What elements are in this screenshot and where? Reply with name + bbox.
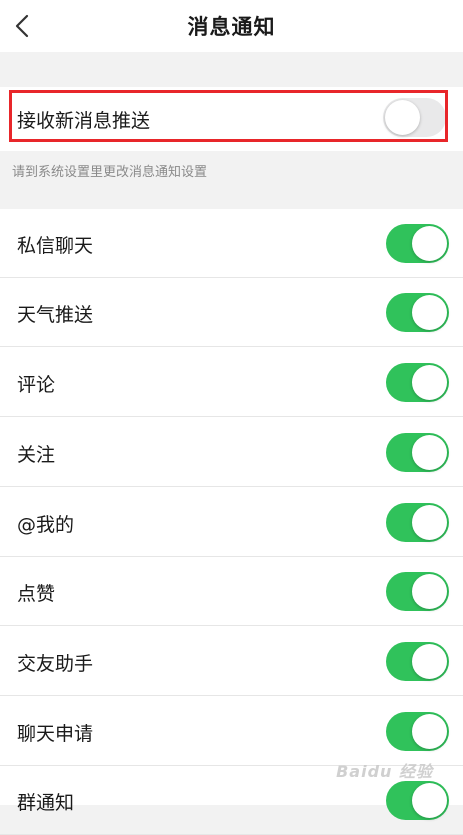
navigation-bar: 消息通知: [0, 0, 463, 52]
setting-toggle[interactable]: [386, 363, 449, 402]
toggle-knob: [412, 783, 447, 818]
setting-label: 私信聊天: [17, 235, 94, 257]
setting-label: 点赞: [17, 583, 56, 605]
master-push-label: 接收新消息推送: [17, 110, 151, 132]
setting-toggle[interactable]: [386, 712, 449, 751]
page-title: 消息通知: [187, 15, 276, 39]
toggle-knob: [412, 505, 447, 540]
toggle-knob: [385, 100, 420, 135]
toggle-knob: [412, 644, 447, 679]
setting-row-follow[interactable]: 关注: [0, 418, 463, 487]
setting-label: 天气推送: [17, 304, 94, 326]
setting-toggle[interactable]: [386, 572, 449, 611]
setting-row-mentions[interactable]: @我的: [0, 488, 463, 557]
setting-row-friend-assistant[interactable]: 交友助手: [0, 627, 463, 696]
toggle-knob: [412, 714, 447, 749]
setting-toggle[interactable]: [386, 293, 449, 332]
setting-toggle[interactable]: [386, 503, 449, 542]
setting-label: 评论: [17, 374, 56, 396]
toggle-knob: [412, 295, 447, 330]
setting-label: 交友助手: [17, 653, 94, 675]
setting-row-likes[interactable]: 点赞: [0, 557, 463, 626]
setting-toggle[interactable]: [386, 642, 449, 681]
toggle-knob: [412, 574, 447, 609]
master-push-toggle[interactable]: [383, 98, 446, 137]
setting-row-comments[interactable]: 评论: [0, 348, 463, 417]
setting-toggle[interactable]: [386, 224, 449, 263]
setting-label: 群通知: [17, 792, 75, 814]
setting-toggle[interactable]: [386, 781, 449, 820]
baidu-watermark: Baidu 经验: [336, 762, 433, 781]
settings-hint-text: 请到系统设置里更改消息通知设置: [12, 165, 208, 180]
setting-label: 关注: [17, 444, 56, 466]
notification-settings-list: 私信聊天 天气推送 评论 关注 @我的 点赞 交友助手 聊天申请 群通知: [0, 209, 463, 835]
setting-label: @我的: [17, 514, 75, 536]
master-push-row[interactable]: 接收新消息推送: [0, 87, 463, 151]
setting-row-private-chat[interactable]: 私信聊天: [0, 209, 463, 278]
toggle-knob: [412, 435, 447, 470]
toggle-knob: [412, 226, 447, 261]
setting-label: 聊天申请: [17, 723, 94, 745]
setting-row-chat-requests[interactable]: 聊天申请: [0, 697, 463, 766]
setting-toggle[interactable]: [386, 433, 449, 472]
section-spacer: [0, 52, 463, 87]
toggle-knob: [412, 365, 447, 400]
setting-row-weather-push[interactable]: 天气推送: [0, 278, 463, 347]
